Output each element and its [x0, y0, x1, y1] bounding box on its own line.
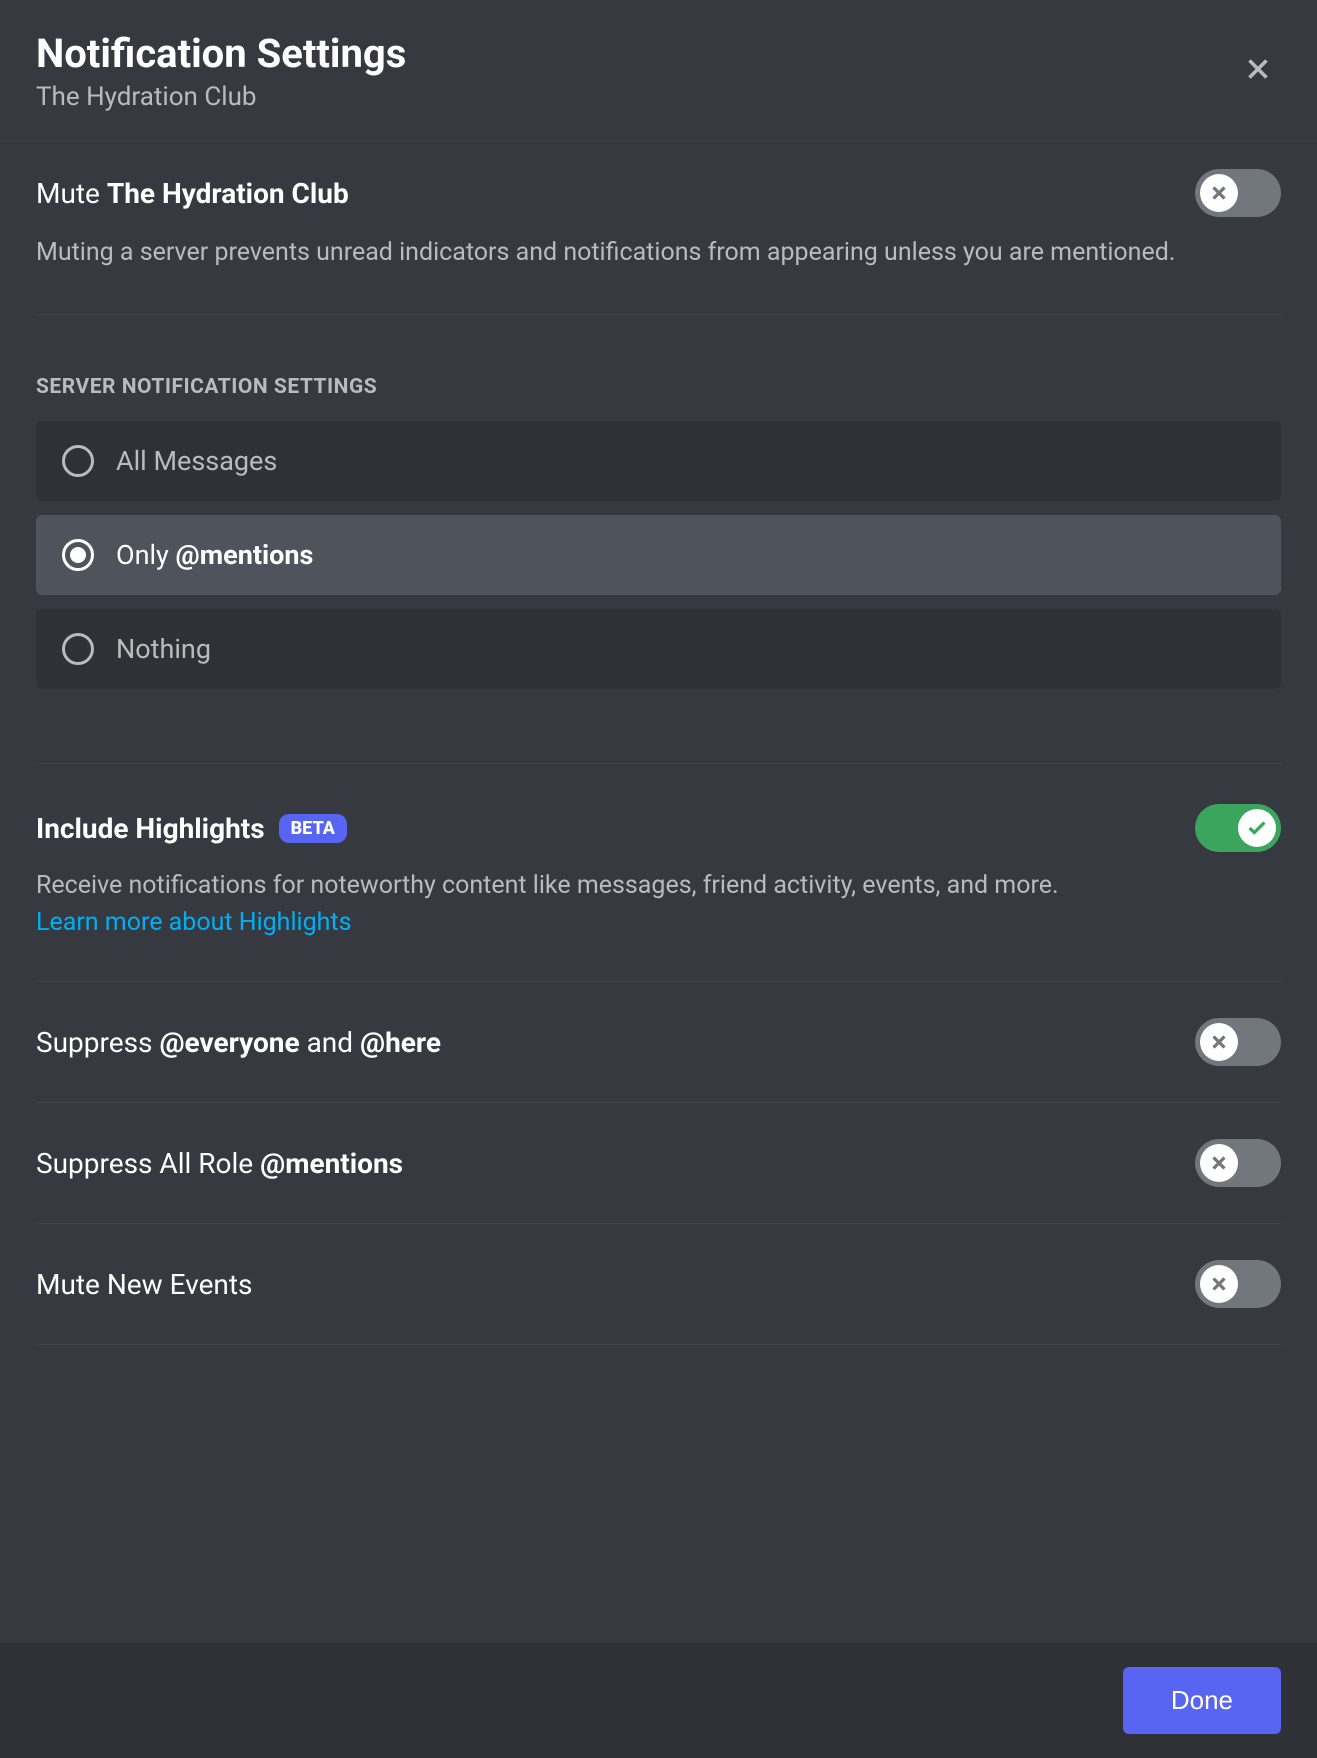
radio-nothing[interactable]: Nothing: [36, 609, 1281, 689]
label-bold: @here: [360, 1026, 441, 1059]
suppress-everyone-row: Suppress @everyone and @here: [36, 982, 1281, 1103]
highlights-title-row: Include Highlights BETA: [36, 812, 347, 845]
mute-events-row: Mute New Events: [36, 1224, 1281, 1345]
learn-more-link[interactable]: Learn more about Highlights: [36, 908, 352, 937]
beta-badge: BETA: [279, 814, 347, 843]
mute-server-section: Mute The Hydration Club Muting a server …: [36, 141, 1281, 315]
radio-all-messages[interactable]: All Messages: [36, 421, 1281, 501]
label-text: Suppress All Role: [36, 1147, 260, 1180]
suppress-everyone-label: Suppress @everyone and @here: [36, 1026, 441, 1059]
server-name-subtitle: The Hydration Club: [36, 82, 406, 112]
modal-content: Mute The Hydration Club Muting a server …: [0, 141, 1317, 1643]
mute-events-toggle[interactable]: [1195, 1260, 1281, 1308]
label-bold: @everyone: [159, 1026, 299, 1059]
highlights-title: Include Highlights: [36, 812, 265, 845]
radio-label: Only @mentions: [116, 539, 313, 571]
toggle-thumb: [1200, 1265, 1238, 1303]
highlights-section: Include Highlights BETA Receive notifica…: [36, 764, 1281, 982]
close-button[interactable]: [1235, 46, 1281, 96]
radio-label-text: All Messages: [116, 445, 277, 477]
label-text: Suppress: [36, 1026, 159, 1059]
suppress-roles-toggle[interactable]: [1195, 1139, 1281, 1187]
done-button[interactable]: Done: [1123, 1667, 1281, 1734]
highlights-toggle[interactable]: [1195, 804, 1281, 852]
mute-label: Mute The Hydration Club: [36, 177, 349, 210]
check-icon: [1246, 817, 1268, 839]
x-icon: [1208, 1273, 1230, 1295]
mute-row: Mute The Hydration Club: [36, 169, 1281, 217]
notification-settings-modal: Notification Settings The Hydration Club…: [0, 0, 1317, 1758]
mute-label-prefix: Mute: [36, 177, 107, 210]
radio-label-text: Nothing: [116, 633, 211, 665]
section-heading: SERVER NOTIFICATION SETTINGS: [36, 375, 1281, 399]
radio-label: Nothing: [116, 633, 211, 665]
suppress-roles-row: Suppress All Role @mentions: [36, 1103, 1281, 1224]
toggle-thumb: [1200, 1144, 1238, 1182]
highlights-row: Include Highlights BETA: [36, 804, 1281, 852]
toggle-thumb: [1200, 1023, 1238, 1061]
radio-indicator: [62, 445, 94, 477]
server-notification-section: SERVER NOTIFICATION SETTINGS All Message…: [36, 315, 1281, 764]
x-icon: [1208, 182, 1230, 204]
radio-indicator: [62, 633, 94, 665]
modal-footer: Done: [0, 1643, 1317, 1758]
label-bold: @mentions: [260, 1147, 403, 1180]
close-icon: [1241, 52, 1275, 86]
page-title: Notification Settings: [36, 32, 406, 76]
highlights-description: Receive notifications for noteworthy con…: [36, 868, 1281, 904]
header-text: Notification Settings The Hydration Club: [36, 32, 406, 112]
suppress-roles-label: Suppress All Role @mentions: [36, 1147, 403, 1180]
x-icon: [1208, 1031, 1230, 1053]
mute-toggle[interactable]: [1195, 169, 1281, 217]
mute-events-label: Mute New Events: [36, 1268, 253, 1301]
label-text: and: [300, 1026, 360, 1059]
radio-label: All Messages: [116, 445, 277, 477]
radio-label-prefix: Only: [116, 539, 176, 571]
x-icon: [1208, 1152, 1230, 1174]
radio-indicator: [62, 539, 94, 571]
mute-label-servername: The Hydration Club: [107, 177, 349, 210]
radio-only-mentions[interactable]: Only @mentions: [36, 515, 1281, 595]
toggle-thumb: [1200, 174, 1238, 212]
modal-header: Notification Settings The Hydration Club: [0, 0, 1317, 141]
suppress-everyone-toggle[interactable]: [1195, 1018, 1281, 1066]
mute-description: Muting a server prevents unread indicato…: [36, 235, 1216, 270]
toggle-thumb: [1238, 809, 1276, 847]
radio-label-bold: @mentions: [176, 539, 314, 571]
